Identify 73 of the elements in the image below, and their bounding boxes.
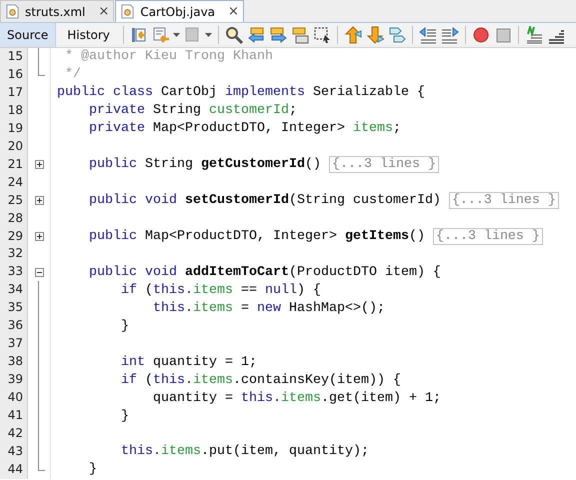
caret-icon[interactable] [172, 33, 180, 37]
line-number: 36 [0, 317, 28, 336]
code-line: int quantity = 1; [120, 354, 257, 370]
view-tab[interactable]: History [60, 23, 117, 47]
line-number: 15 [0, 48, 28, 66]
code-line: public void addItemToCart(ProductDTO item) { [88, 264, 441, 280]
caret-icon[interactable] [204, 33, 212, 37]
arrow-up-icon[interactable] [344, 26, 362, 44]
code-line: quantity = this.items.get(item) + 1; [152, 390, 441, 406]
fold-end [38, 66, 44, 76]
code-line: * @author Kieu Trong Khanh [64, 49, 273, 64]
line-number: 28 [0, 210, 28, 228]
shift-left-icon[interactable] [418, 26, 437, 44]
expand-icon[interactable] [34, 232, 44, 241]
file-icon [120, 4, 136, 19]
line-number: 24 [0, 174, 28, 192]
line-number: 44 [0, 460, 28, 479]
arrow-down-icon[interactable] [366, 26, 384, 44]
code-line: public String getCustomerId() [88, 157, 322, 172]
line-number: 19 [0, 120, 28, 138]
file-icon [5, 4, 20, 19]
code-line: this.items.put(item, quantity); [120, 444, 369, 460]
code-line: private Map<ProductDTO, Integer> items; [88, 121, 401, 136]
record-icon[interactable] [472, 26, 490, 44]
line-number: 18 [0, 102, 28, 120]
line-number: 42 [0, 425, 28, 443]
shift-right-icon[interactable] [440, 26, 459, 44]
code-line: } [120, 318, 129, 334]
code-line: if (this.items.containsKey(item)) { [120, 372, 401, 388]
history-back-icon[interactable] [152, 26, 170, 44]
line-number: 17 [0, 84, 28, 102]
code-line: public class CartObj implements Serializable { [57, 85, 425, 100]
file-tab[interactable]: struts.xml × [0, 0, 114, 22]
line-number: 43 [0, 442, 28, 461]
line-number: 40 [0, 389, 28, 408]
code-line: this.items = new HashMap<>(); [152, 300, 385, 316]
line-number: 37 [0, 335, 28, 354]
expand-icon[interactable] [34, 160, 44, 170]
line-number: 16 [0, 66, 28, 84]
file-tab[interactable]: CartObj.java × [115, 0, 244, 22]
expand-icon[interactable] [34, 196, 44, 206]
search-icon[interactable] [224, 26, 243, 44]
previous-occurrence-icon[interactable] [246, 26, 265, 44]
code-line: public void setCustomerId(String customerId) [88, 193, 442, 208]
code-line: } [120, 408, 129, 424]
line-number: 35 [0, 299, 28, 318]
toggle-highlight-icon[interactable] [290, 26, 309, 44]
view-tab[interactable]: Source [0, 23, 56, 47]
code-line: public Map<ProductDTO, Integer> getItems() [88, 229, 426, 244]
line-number: 21 [0, 156, 28, 174]
jump-back-icon[interactable] [130, 26, 148, 44]
line-number: 38 [0, 353, 28, 372]
line-number: 41 [0, 407, 28, 426]
line-number: 20 [0, 138, 28, 156]
next-occurrence-icon[interactable] [268, 26, 287, 44]
line-number: 25 [0, 192, 28, 210]
line-number: 32 [0, 245, 28, 264]
code-line: } [88, 462, 97, 478]
comment-lines-icon[interactable] [524, 26, 543, 44]
line-number: 29 [0, 228, 28, 246]
line-number: 34 [0, 281, 28, 300]
code-line: if (this.items == null) { [120, 282, 321, 298]
close-button[interactable]: × [228, 4, 239, 19]
close-button[interactable]: × [98, 4, 110, 19]
line-number: 39 [0, 371, 28, 390]
code-line: private String customerId; [88, 103, 297, 118]
line-number: 33 [0, 263, 28, 282]
selection-icon[interactable] [312, 26, 331, 44]
bookmark-toggle-icon[interactable] [388, 26, 406, 44]
fold-end [38, 460, 44, 471]
stop-icon[interactable] [494, 26, 512, 44]
collapse-icon[interactable] [34, 268, 44, 277]
code-line: */ [64, 67, 81, 82]
